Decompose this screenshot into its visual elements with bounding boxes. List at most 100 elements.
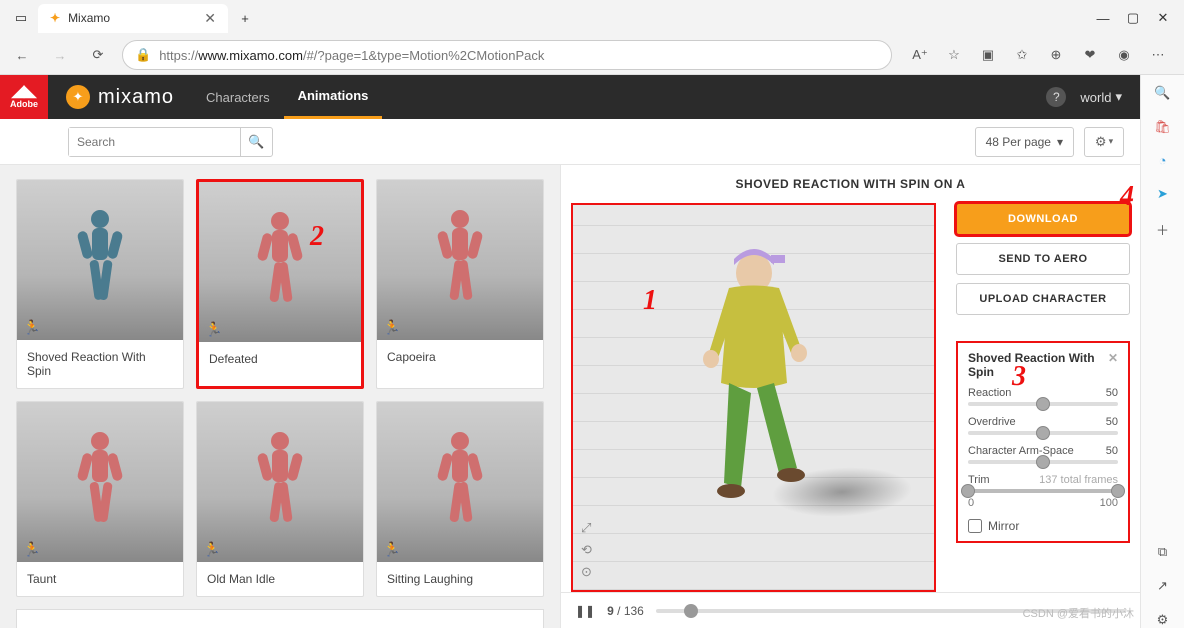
slider-reaction: Reaction50: [968, 387, 1118, 406]
card-label: Old Man Idle: [197, 562, 363, 596]
zoom-icon[interactable]: ⊙: [581, 564, 592, 580]
upload-character-button[interactable]: UPLOAD CHARACTER: [956, 283, 1130, 315]
runner-icon: 🏃: [23, 541, 40, 558]
open-icon[interactable]: ↗: [1157, 578, 1168, 594]
per-page-dropdown[interactable]: 48 Per page▾: [975, 127, 1074, 157]
card-label: Sitting Laughing: [377, 562, 543, 596]
brand-logo-icon: ✦: [66, 85, 90, 109]
gear-icon: ⚙: [1095, 134, 1107, 150]
send-to-aero-button[interactable]: SEND TO AERO: [956, 243, 1130, 275]
screenshot-icon[interactable]: ⧉: [1158, 544, 1167, 560]
nav-characters[interactable]: Characters: [192, 75, 284, 119]
pan-icon[interactable]: ⤢: [581, 520, 592, 536]
refresh-button[interactable]: ⟳: [84, 41, 112, 69]
animation-card[interactable]: 🏃 Old Man Idle: [196, 401, 364, 597]
address-bar: ← → ⟳ 🔒 https://www.mixamo.com/#/?page=1…: [0, 36, 1184, 74]
window-maximize[interactable]: ▢: [1120, 5, 1146, 31]
card-label: Capoeira: [377, 340, 543, 374]
card-thumbnail: 🏃: [17, 402, 183, 562]
tab-title: Mixamo: [68, 11, 110, 25]
nav-animations[interactable]: Animations: [284, 75, 383, 119]
preview-pane: SHOVED REACTION WITH SPIN ON A: [560, 165, 1140, 628]
runner-icon: 🏃: [23, 319, 40, 336]
animation-card[interactable]: 🏃 Sitting Laughing: [376, 401, 544, 597]
site-container: ◢◣ Adobe ✦ mixamo Characters Animations …: [0, 75, 1184, 628]
runner-icon: 🏃: [383, 541, 400, 558]
character-preview: [679, 233, 829, 533]
slider-arm-space-track[interactable]: [968, 460, 1118, 464]
search-icon: 🔍: [248, 134, 264, 150]
panel-close-icon[interactable]: ✕: [1108, 351, 1118, 379]
url-input[interactable]: 🔒 https://www.mixamo.com/#/?page=1&type=…: [122, 40, 892, 70]
animation-card[interactable]: 🏃 Defeated: [196, 179, 364, 389]
tabs-button[interactable]: ▭: [8, 5, 34, 31]
slider-trim-track[interactable]: [968, 489, 1118, 493]
adobe-badge[interactable]: ◢◣ Adobe: [0, 75, 48, 119]
download-button[interactable]: DOWNLOAD: [956, 203, 1130, 235]
card-thumbnail: 🏃: [197, 402, 363, 562]
tab-bar: ▭ ✦ Mixamo ✕ + — ▢ ✕: [0, 0, 1184, 36]
animation-grid-pane[interactable]: 🏃 Shoved Reaction With Spin 🏃 Defeated: [0, 165, 560, 628]
settings-icon[interactable]: ⚙: [1157, 612, 1169, 628]
chevron-down-icon: ▾: [1057, 135, 1063, 149]
performance-icon[interactable]: ❤: [1080, 47, 1100, 63]
viewport-3d[interactable]: 1 ⤢ ⟲ ⊙: [571, 203, 936, 592]
animation-card[interactable]: 🏃 Taunt: [16, 401, 184, 597]
card-thumbnail: 🏃: [199, 182, 361, 342]
pause-button[interactable]: ❚❚: [575, 604, 595, 618]
search-button[interactable]: 🔍: [240, 128, 272, 156]
add-icon[interactable]: ＋: [1156, 220, 1169, 239]
lock-icon: 🔒: [135, 47, 151, 63]
office-icon[interactable]: ◔: [1159, 153, 1167, 168]
site-main: ◢◣ Adobe ✦ mixamo Characters Animations …: [0, 75, 1140, 628]
search-box: 🔍: [68, 127, 273, 157]
animation-card[interactable]: 🏃 Shoved Reaction With Spin: [16, 179, 184, 389]
watermark: CSDN @爱看书的小沐: [1023, 605, 1134, 621]
slider-arm-space: Character Arm-Space50: [968, 445, 1118, 464]
viewport-tools: ⤢ ⟲ ⊙: [581, 520, 592, 580]
runner-icon: 🏃: [203, 541, 220, 558]
rotate-icon[interactable]: ⟲: [581, 542, 592, 558]
more-icon[interactable]: ⋯: [1148, 47, 1168, 63]
forward-button[interactable]: →: [46, 41, 74, 69]
card-label: Shoved Reaction With Spin: [17, 340, 183, 388]
tab-favicon: ✦: [50, 11, 60, 25]
tab-close-icon[interactable]: ✕: [204, 10, 216, 27]
card-label: Defeated: [199, 342, 361, 376]
mirror-checkbox[interactable]: Mirror: [968, 519, 1118, 533]
back-button[interactable]: ←: [8, 41, 36, 69]
chevron-down-icon: ▾: [1109, 136, 1114, 147]
settings-button[interactable]: ⚙▾: [1084, 127, 1124, 157]
extensions-icon[interactable]: ⊕: [1046, 47, 1066, 63]
send-icon[interactable]: ➤: [1157, 186, 1168, 202]
new-tab-button[interactable]: +: [232, 5, 258, 31]
runner-icon: 🏃: [205, 321, 222, 338]
slider-reaction-track[interactable]: [968, 402, 1118, 406]
favorites-icon[interactable]: ✩: [1012, 47, 1032, 63]
help-icon[interactable]: ?: [1046, 87, 1066, 107]
browser-tab[interactable]: ✦ Mixamo ✕: [38, 4, 228, 33]
slider-trim: Trim137 total frames 0100: [968, 474, 1118, 509]
slider-overdrive: Overdrive50: [968, 416, 1118, 435]
card-label: Taunt: [17, 562, 183, 596]
preview-title: SHOVED REACTION WITH SPIN ON A: [561, 165, 1140, 203]
search-input[interactable]: [69, 128, 240, 156]
top-nav: ◢◣ Adobe ✦ mixamo Characters Animations …: [0, 75, 1140, 119]
window-close[interactable]: ✕: [1150, 5, 1176, 31]
read-aloud-icon[interactable]: A⁺: [910, 47, 930, 63]
side-panel: 4 DOWNLOAD SEND TO AERO UPLOAD CHARACTER…: [946, 203, 1140, 592]
window-minimize[interactable]: —: [1090, 5, 1116, 31]
profile-icon[interactable]: ◉: [1114, 47, 1134, 63]
animation-card[interactable]: 🏃 Capoeira: [376, 179, 544, 389]
shopping-icon[interactable]: 🛍: [1154, 119, 1171, 135]
collections-icon[interactable]: ▣: [978, 47, 998, 63]
world-dropdown[interactable]: world▾: [1080, 89, 1122, 105]
filter-bar: 🔍 48 Per page▾ ⚙▾: [0, 119, 1140, 165]
brand[interactable]: ✦ mixamo: [48, 85, 192, 109]
card-thumbnail: 🏃: [17, 180, 183, 340]
star-icon[interactable]: ☆: [944, 47, 964, 63]
slider-overdrive-track[interactable]: [968, 431, 1118, 435]
search-icon[interactable]: 🔍: [1154, 85, 1170, 101]
runner-icon: 🏃: [383, 319, 400, 336]
card-thumbnail: 🏃: [377, 402, 543, 562]
